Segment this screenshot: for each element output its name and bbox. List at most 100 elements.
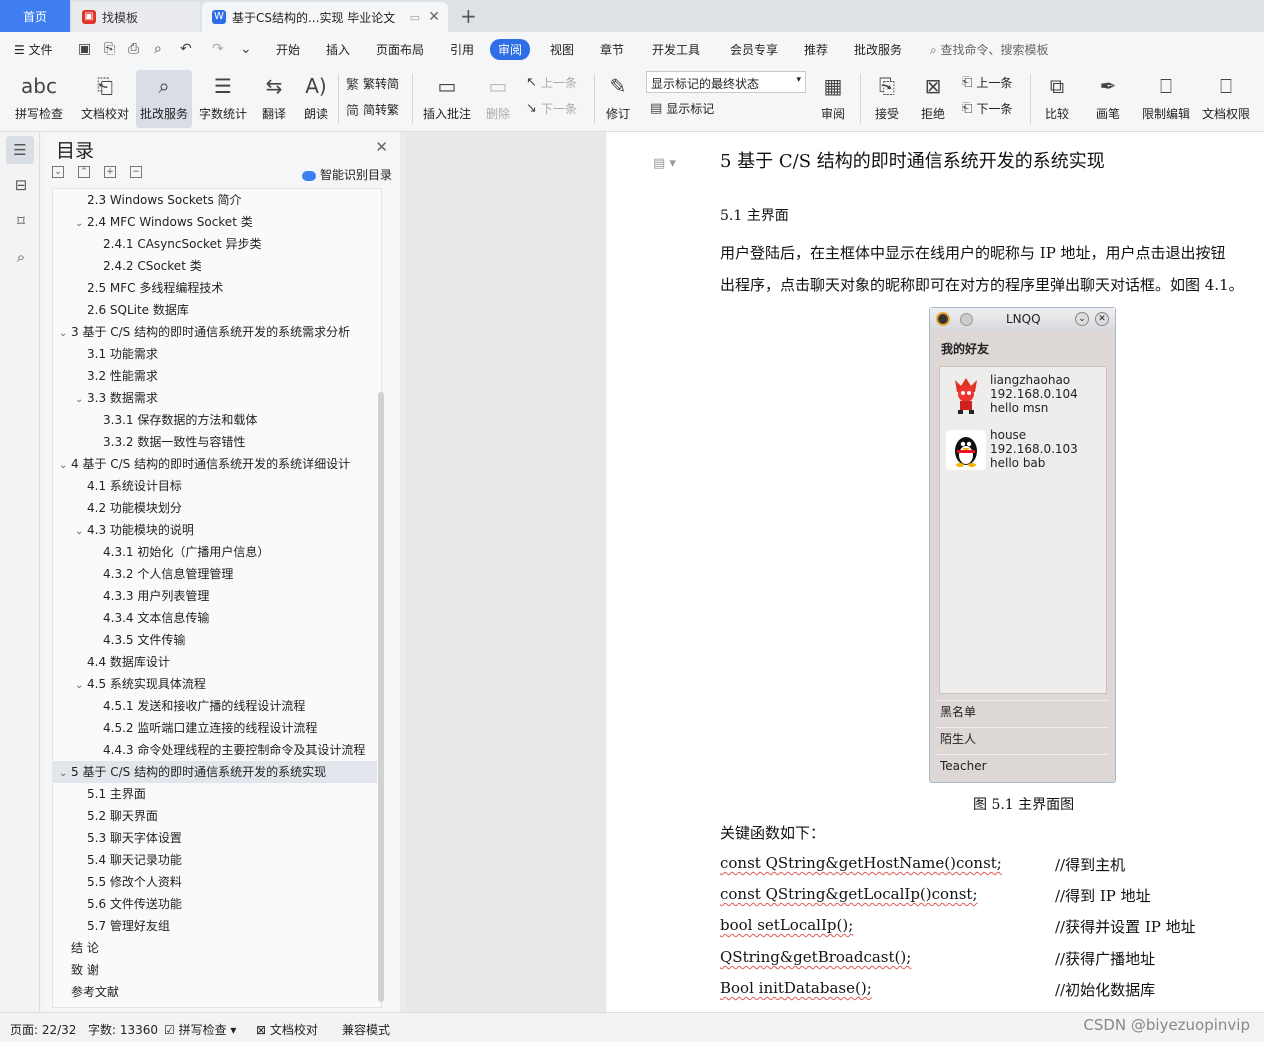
toc-item[interactable]: ⌄ 4 基于 C/S 结构的即时通信系统开发的系统详细设计 [53, 453, 377, 475]
toc-item[interactable]: 3.1 功能需求 [53, 343, 377, 365]
toc-item[interactable]: 4.1 系统设计目标 [53, 475, 377, 497]
toc-item[interactable]: 4.2 功能模块划分 [53, 497, 377, 519]
menu-chapter[interactable]: 章节 [600, 41, 624, 58]
file-menu-button[interactable]: ☰ 文件 [14, 41, 53, 58]
compare-button[interactable]: ⧉ 比较 [1036, 70, 1078, 128]
collapse-up-icon[interactable]: ⌃ [78, 166, 90, 178]
toc-item[interactable]: ⌄ 2.4 MFC Windows Socket 类 [53, 211, 377, 233]
menu-insert[interactable]: 插入 [326, 41, 350, 58]
toc-item[interactable]: 4.3.2 个人信息管理管理 [53, 563, 377, 585]
menu-references[interactable]: 引用 [450, 41, 474, 58]
toc-item[interactable]: 4.3.1 初始化（广播用户信息） [53, 541, 377, 563]
toc-panel-icon[interactable]: ☰ [6, 136, 34, 164]
toc-item[interactable]: 4.3.4 文本信息传输 [53, 607, 377, 629]
toc-item[interactable]: 2.3 Windows Sockets 简介 [53, 189, 377, 211]
review-pane-button[interactable]: ▦ 审阅 [812, 70, 854, 128]
print-icon[interactable]: ⎙ [128, 41, 139, 57]
insert-comment-button[interactable]: ▭ 插入批注 [418, 70, 476, 128]
toc-item[interactable]: 2.4.1 CAsyncSocket 异步类 [53, 233, 377, 255]
toc-item[interactable]: 致 谢 [53, 959, 377, 981]
preview-icon[interactable]: ⌕ [154, 41, 162, 57]
remove-heading-icon[interactable]: − [130, 166, 142, 178]
menu-member[interactable]: 会员专享 [730, 41, 778, 58]
redo-icon[interactable]: ↷ [212, 41, 224, 57]
toc-item[interactable]: ⌄ 4.3 功能模块的说明 [53, 519, 377, 541]
toc-item[interactable]: 5.6 文件传送功能 [53, 893, 377, 915]
chevron-down-icon[interactable]: ⌄ [59, 323, 71, 343]
expand-down-icon[interactable]: ⌄ [52, 166, 64, 178]
toc-item[interactable]: 2.6 SQLite 数据库 [53, 299, 377, 321]
chevron-down-icon[interactable]: ⌄ [59, 763, 71, 783]
toc-item[interactable]: 3.3.2 数据一致性与容错性 [53, 431, 377, 453]
spell-check-button[interactable]: abc 拼写检查 [8, 70, 70, 128]
toc-item[interactable]: 4.5.1 发送和接收广播的线程设计流程 [53, 695, 377, 717]
word-count[interactable]: 字数: 13360 [88, 1021, 158, 1038]
menu-review[interactable]: 审阅 [490, 39, 531, 60]
menu-layout[interactable]: 页面布局 [376, 41, 424, 58]
toc-item[interactable]: 3.3.1 保存数据的方法和载体 [53, 409, 377, 431]
translate-button[interactable]: ⇆ 翻译 [254, 70, 294, 128]
chevron-down-icon[interactable]: ⌄ [75, 675, 87, 695]
add-heading-icon[interactable]: + [104, 166, 116, 178]
save-icon[interactable]: ▣ [78, 41, 91, 57]
toc-item[interactable]: 参考文献 [53, 981, 377, 1003]
spell-check-status[interactable]: ☑ 拼写检查 ▾ [164, 1021, 236, 1038]
toc-item[interactable]: ⌄ 4.5 系统实现具体流程 [53, 673, 377, 695]
show-markup-button[interactable]: ▤ 显示标记 [650, 100, 714, 117]
toc-item[interactable]: 5.7 管理好友组 [53, 915, 377, 937]
simp-to-trad-button[interactable]: 简简转繁 [346, 100, 399, 119]
tab-home[interactable]: 首页 [0, 0, 70, 32]
reject-button[interactable]: ⊠ 拒绝 [912, 70, 954, 128]
proof-status[interactable]: ⊠ 文档校对 [256, 1021, 318, 1038]
toc-item[interactable]: 4.4 数据库设计 [53, 651, 377, 673]
toc-item[interactable]: 4.4.3 命令处理线程的主要控制命令及其设计流程 [53, 739, 377, 761]
chevron-down-icon[interactable]: ⌄ [75, 389, 87, 409]
menu-recommend[interactable]: 推荐 [804, 41, 828, 58]
toc-item[interactable]: 5.3 聊天字体设置 [53, 827, 377, 849]
tab-pin-icon[interactable]: ▭ [410, 11, 420, 24]
toc-item[interactable]: 4.3.3 用户列表管理 [53, 585, 377, 607]
toc-item[interactable]: 4.3.5 文件传输 [53, 629, 377, 651]
menu-correction[interactable]: 批改服务 [854, 41, 902, 58]
menu-devtools[interactable]: 开发工具 [652, 41, 700, 58]
tab-template[interactable]: ▣ 找模板 [72, 2, 200, 32]
toc-item[interactable]: 5.4 聊天记录功能 [53, 849, 377, 871]
undo-icon[interactable]: ↶ [180, 41, 192, 57]
toc-item[interactable]: 2.4.2 CSocket 类 [53, 255, 377, 277]
trad-to-simp-button[interactable]: 繁繁转简 [346, 74, 399, 93]
toc-item[interactable]: ⌄ 3.3 数据需求 [53, 387, 377, 409]
menu-view[interactable]: 视图 [550, 41, 574, 58]
navigation-icon[interactable]: ⊟ [12, 176, 30, 194]
toc-item[interactable]: 5.5 修改个人资料 [53, 871, 377, 893]
word-count-button[interactable]: ☰ 字数统计 [196, 70, 250, 128]
next-comment-button[interactable]: ↘ 下一条 [526, 100, 577, 117]
accept-button[interactable]: ⎘ 接受 [866, 70, 908, 128]
smart-toc-button[interactable]: 智能识别目录 [301, 166, 392, 183]
close-icon[interactable]: ✕ [375, 138, 388, 156]
tab-document[interactable]: W 基于CS结构的...实现 毕业论文 ▭ ✕ [202, 2, 448, 32]
search-icon[interactable]: ⌕ [12, 248, 30, 266]
close-icon[interactable]: ✕ [428, 9, 440, 25]
document-page[interactable]: ▤ ▾ 5 基于 C/S 结构的即时通信系统开发的系统实现 5.1 主界面 用户… [607, 132, 1264, 1012]
doc-rights-button[interactable]: ⎕ 文档权限 [1198, 70, 1254, 128]
toc-item[interactable]: 2.5 MFC 多线程编程技术 [53, 277, 377, 299]
toc-item[interactable]: 5.2 聊天界面 [53, 805, 377, 827]
toc-item[interactable]: 4.5.2 监听端口建立连接的线程设计流程 [53, 717, 377, 739]
bookmark-icon[interactable]: ⌑ [12, 212, 30, 230]
doc-proof-button[interactable]: ⎗ 文档校对 [76, 70, 134, 128]
toc-scrollbar[interactable] [378, 392, 384, 1002]
correction-service-button[interactable]: ⌕ 批改服务 [136, 70, 192, 128]
command-search[interactable]: ⌕ 查找命令、搜索模板 [930, 41, 1049, 58]
markup-mode-select[interactable]: 显示标记的最终状态 ▾ [646, 71, 806, 93]
read-aloud-button[interactable]: A) 朗读 [298, 70, 334, 128]
chevron-down-icon[interactable]: ⌄ [59, 455, 71, 475]
chevron-down-icon[interactable]: ⌄ [75, 521, 87, 541]
restrict-editing-button[interactable]: ⎕ 限制编辑 [1138, 70, 1194, 128]
next-change-button[interactable]: ⎗ 下一条 [962, 100, 1012, 117]
more-chevron-icon[interactable]: ⌄ [240, 41, 252, 57]
delete-comment-button[interactable]: ▭ 删除 [478, 70, 518, 128]
track-changes-button[interactable]: ✎ 修订 [598, 70, 638, 128]
prev-comment-button[interactable]: ↖ 上一条 [526, 74, 577, 91]
menu-start[interactable]: 开始 [276, 41, 300, 58]
prev-change-button[interactable]: ⎗ 上一条 [962, 74, 1012, 91]
